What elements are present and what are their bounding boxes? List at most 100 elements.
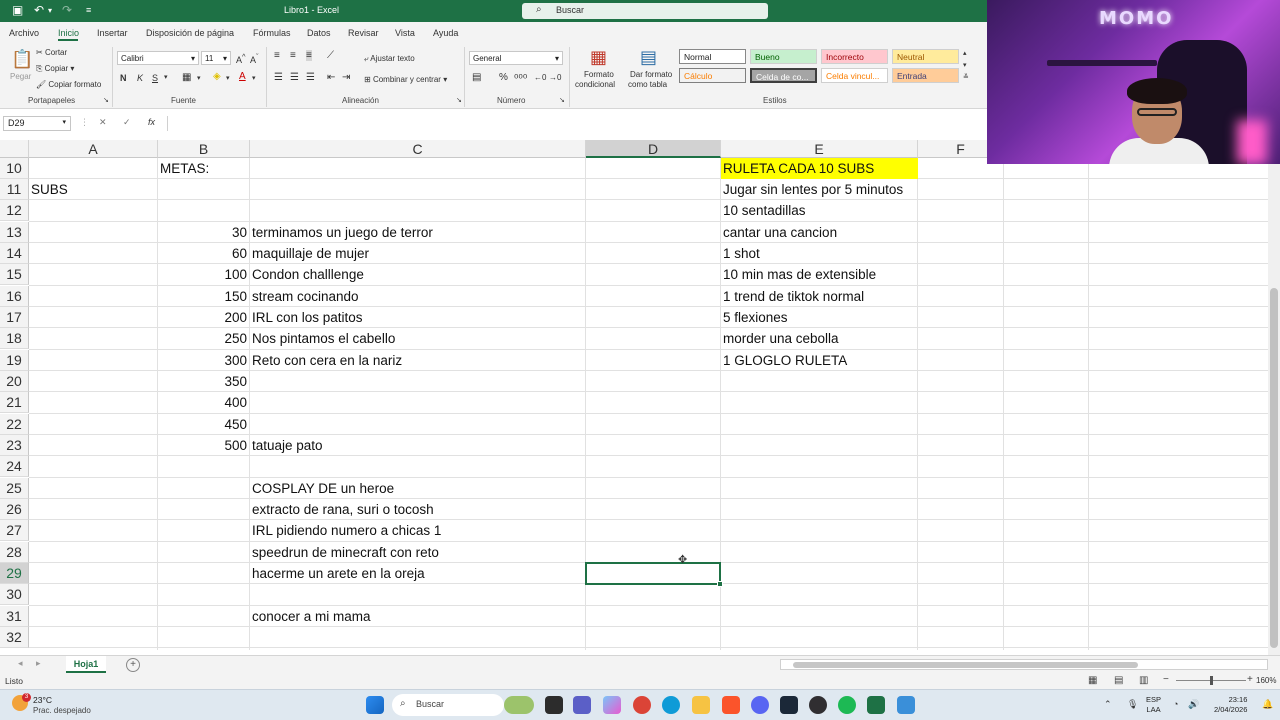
- worksheet-grid[interactable]: A B C D E F 10 11 12 13 14 15 16 17 18 1…: [0, 140, 1268, 650]
- cell-e17[interactable]: 5 flexiones: [721, 307, 788, 328]
- cell-c31[interactable]: conocer a mi mama: [250, 606, 371, 627]
- style-celda-vinculada[interactable]: Celda vincul...: [821, 68, 888, 83]
- file-explorer-icon[interactable]: [692, 696, 710, 714]
- row-header[interactable]: 26: [0, 499, 29, 520]
- increase-decimal-icon[interactable]: ←0: [534, 73, 546, 82]
- row-header[interactable]: 19: [0, 350, 29, 371]
- row-header[interactable]: 29: [0, 563, 29, 584]
- language-indicator[interactable]: ESP LAA: [1146, 695, 1161, 715]
- align-bottom-icon[interactable]: ≡: [306, 50, 312, 61]
- cell-b21[interactable]: 400: [158, 392, 250, 413]
- active-cell-selection[interactable]: [585, 562, 723, 587]
- row-header[interactable]: 22: [0, 414, 29, 435]
- cell-c25[interactable]: COSPLAY DE un heroe: [250, 478, 394, 499]
- cell-e11[interactable]: Jugar sin lentes por 5 minutos: [721, 179, 903, 200]
- tab-formulas[interactable]: Fórmulas: [253, 28, 291, 38]
- cell-c29[interactable]: hacerme un arete en la oreja: [250, 563, 425, 584]
- comma-style-icon[interactable]: ⁰⁰⁰: [514, 72, 527, 85]
- cell-b20[interactable]: 350: [158, 371, 250, 392]
- select-all-corner[interactable]: [0, 140, 29, 158]
- more-options-icon[interactable]: ⋮: [80, 117, 89, 128]
- prev-sheet-icon[interactable]: ◂: [18, 658, 23, 669]
- styles-scroll-down-icon[interactable]: ▾: [963, 61, 967, 69]
- format-painter-button[interactable]: 🖌 Copiar formato: [36, 80, 101, 89]
- format-table-label-2[interactable]: como tabla: [628, 80, 667, 89]
- cell-e12[interactable]: 10 sentadillas: [721, 200, 806, 221]
- cell-b15[interactable]: 100: [158, 264, 250, 285]
- decrease-indent-icon[interactable]: ⇤: [327, 72, 335, 83]
- widget-icon[interactable]: [504, 696, 534, 714]
- row-header[interactable]: 11: [0, 179, 29, 200]
- cell-c15[interactable]: Condon challlenge: [250, 264, 364, 285]
- font-color-icon[interactable]: A: [239, 71, 246, 82]
- column-header-a[interactable]: A: [29, 140, 158, 158]
- customize-qat-icon[interactable]: ≡: [86, 5, 91, 15]
- clock[interactable]: 23:16 2/04/2026: [1214, 695, 1247, 715]
- conditional-format-label-1[interactable]: Formato: [584, 70, 614, 79]
- cell-b13[interactable]: 30: [158, 222, 250, 243]
- column-header-b[interactable]: B: [158, 140, 250, 158]
- cell-c26[interactable]: extracto de rana, suri o tocosh: [250, 499, 434, 520]
- cell-a11[interactable]: SUBS: [29, 179, 68, 200]
- wifi-icon[interactable]: ◔: [1173, 699, 1178, 709]
- tab-revisar[interactable]: Revisar: [348, 28, 379, 38]
- style-normal[interactable]: Normal: [679, 49, 746, 64]
- sheet-tab-hoja1[interactable]: Hoja1: [66, 656, 106, 673]
- cell-b14[interactable]: 60: [158, 243, 250, 264]
- number-format-select[interactable]: General ▾: [469, 51, 563, 65]
- scrollbar-thumb[interactable]: [793, 662, 1138, 668]
- format-table-icon[interactable]: ▤: [640, 47, 657, 68]
- tab-archivo[interactable]: Archivo: [9, 28, 39, 38]
- cell-c23[interactable]: tatuaje pato: [250, 435, 323, 456]
- row-header[interactable]: 31: [0, 606, 29, 627]
- row-header[interactable]: 24: [0, 456, 29, 477]
- page-break-icon[interactable]: ▥: [1139, 675, 1148, 686]
- increase-font-icon[interactable]: A^: [236, 52, 246, 65]
- enter-icon[interactable]: ✓: [123, 117, 131, 128]
- spotify-icon[interactable]: [838, 696, 856, 714]
- cell-e13[interactable]: cantar una cancion: [721, 222, 837, 243]
- styles-more-icon[interactable]: ≚: [963, 73, 969, 81]
- undo-icon[interactable]: ↶: [34, 3, 44, 17]
- save-icon[interactable]: ▣: [12, 3, 23, 17]
- underline-dropdown-icon[interactable]: ▾: [164, 73, 168, 81]
- row-header[interactable]: 17: [0, 307, 29, 328]
- microphone-icon[interactable]: 🎙: [1127, 699, 1138, 710]
- align-right-icon[interactable]: ☰: [306, 72, 315, 83]
- cell-e14[interactable]: 1 shot: [721, 243, 760, 264]
- row-header[interactable]: 13: [0, 222, 29, 243]
- tab-disposicion[interactable]: Disposición de página: [146, 28, 234, 38]
- style-neutral[interactable]: Neutral: [892, 49, 959, 64]
- zoom-out-icon[interactable]: −: [1163, 674, 1169, 685]
- notifications-icon[interactable]: 🔔: [1262, 699, 1273, 710]
- edge-icon[interactable]: [662, 696, 680, 714]
- cell-b22[interactable]: 450: [158, 414, 250, 435]
- tray-overflow-icon[interactable]: ⌃: [1104, 699, 1112, 710]
- row-header[interactable]: 32: [0, 627, 29, 648]
- align-middle-icon[interactable]: ≡: [290, 50, 296, 61]
- cell-b18[interactable]: 250: [158, 328, 250, 349]
- horizontal-scrollbar[interactable]: [780, 659, 1268, 670]
- style-bueno[interactable]: Bueno: [750, 49, 817, 64]
- next-sheet-icon[interactable]: ▸: [36, 658, 41, 669]
- row-header[interactable]: 30: [0, 584, 29, 605]
- alignment-launcher-icon[interactable]: ↘: [456, 96, 462, 104]
- cell-b16[interactable]: 150: [158, 286, 250, 307]
- vertical-scrollbar[interactable]: [1268, 140, 1280, 655]
- row-header[interactable]: 27: [0, 520, 29, 541]
- tab-ayuda[interactable]: Ayuda: [433, 28, 458, 38]
- italic-button[interactable]: K: [137, 73, 143, 83]
- font-color-dropdown-icon[interactable]: ▾: [252, 74, 256, 82]
- cell-c17[interactable]: IRL con los patitos: [250, 307, 363, 328]
- row-header[interactable]: 21: [0, 392, 29, 413]
- undo-dropdown-icon[interactable]: ▾: [48, 6, 52, 15]
- clipboard-launcher-icon[interactable]: ↘: [103, 96, 109, 104]
- chrome-icon[interactable]: [633, 696, 651, 714]
- scrollbar-thumb[interactable]: [1270, 288, 1278, 648]
- paste-icon[interactable]: 📋: [11, 49, 33, 70]
- tab-vista[interactable]: Vista: [395, 28, 415, 38]
- column-header-c[interactable]: C: [250, 140, 586, 158]
- cell-c19[interactable]: Reto con cera en la nariz: [250, 350, 402, 371]
- percent-icon[interactable]: %: [499, 72, 508, 83]
- style-celda-comprobacion[interactable]: Celda de co...: [750, 68, 817, 83]
